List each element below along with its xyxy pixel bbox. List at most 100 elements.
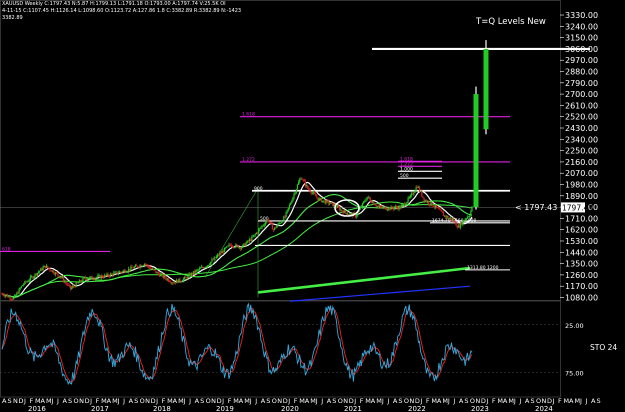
y-tick-label: 1890.00 [565,192,598,201]
x-month-label: J [551,397,554,405]
candle-body [254,234,256,235]
candle-body [146,264,148,266]
candle-body [429,204,431,205]
candle-body [63,277,65,282]
candle-body [470,211,472,217]
candle-body [319,198,321,200]
oscillator-label: STO 24 [590,343,617,352]
x-month-label: J [221,397,224,405]
x-month-label: J [183,397,186,405]
candle-body [188,273,190,276]
candle-body [223,247,226,253]
x-month-label: A [261,397,266,405]
y-tick-label: 3330.00 [565,11,598,20]
candle-body [201,266,203,268]
candle-body [344,210,346,213]
candle-body [367,196,369,198]
candle-body [80,280,82,282]
candle-body [212,259,214,261]
candle-body [88,278,90,280]
x-month-label: A [503,397,508,405]
candle-body [235,244,237,248]
candle-body [313,192,316,194]
candle-body [154,269,156,271]
candle-body [230,244,232,247]
candle-body [131,266,133,268]
candle-body [321,200,324,203]
x-month-label: A [591,397,596,405]
y-tick-label: 2520.00 [565,113,598,122]
x-month-label: A [305,397,310,405]
ma-fast-line [1,181,473,298]
candle-body [106,273,108,276]
x-month-label: J [579,397,582,405]
x-month-label: J [23,397,26,405]
candle-body [285,212,287,218]
candle-body [459,222,462,228]
candle-body [202,266,204,268]
x-month-label: A [371,397,376,405]
candle-body [101,275,103,278]
candle-body [191,273,194,275]
candle-body [458,225,461,228]
candle-body [182,278,184,281]
level-line-label: 500 [400,173,409,179]
candle-body [277,223,279,226]
x-month-label: A [195,397,200,405]
candle-body [329,202,332,204]
candle-body [167,278,170,282]
candle-body [276,225,278,228]
candle-body [456,225,458,228]
candle-body [345,212,348,215]
x-month-label: F [426,397,430,405]
candle-body [139,265,141,268]
candle-body [469,216,471,217]
y-tick-label: 3150.00 [565,34,598,43]
x-month-label: N [13,397,18,405]
x-month-label: A [393,397,398,405]
candle-body [177,279,179,283]
candle-body [42,267,44,271]
candle-body [363,201,365,204]
candle-body [75,282,77,288]
x-month-label: S [464,397,468,405]
candle-body [69,285,72,289]
y-tick-label: 2340.00 [565,135,598,144]
candle-body [380,205,382,207]
x-month-label: S [398,397,402,405]
candle-body [67,284,69,286]
candle-body [222,251,224,253]
candle-body [82,277,84,282]
price-chart-svg[interactable]: 1.6181.272 1.6181.2721.000500900500 1674.7… [0,0,625,412]
candle-body [90,276,92,278]
x-month-label: S [134,397,138,405]
y-tick-label: 1530.00 [565,237,598,246]
level-line-label: 1.618 [242,112,255,118]
x-month-label: A [525,397,530,405]
candle-body [220,252,222,254]
x-month-label: J [188,397,191,405]
candle-body [162,273,164,278]
candle-body [99,275,101,279]
candle-body [148,266,150,269]
x-month-label: J [447,397,450,405]
candle-body [440,209,442,212]
candle-body [172,282,174,284]
candle-body [400,206,402,209]
candle-body [302,179,304,181]
candle-body [53,273,56,275]
candle-body [377,206,380,207]
candle-body [179,278,181,282]
x-month-label: J [353,397,356,405]
candle-body [12,298,15,300]
candle-body [449,217,451,219]
candle-body [361,203,364,207]
candle-body [68,284,70,286]
x-month-label: O [206,397,211,405]
candle-body [242,244,244,248]
candle-body [215,256,218,258]
candle-body [199,267,202,269]
candle-body [232,246,235,248]
x-month-label: F [162,397,166,405]
candle-body [393,207,396,210]
